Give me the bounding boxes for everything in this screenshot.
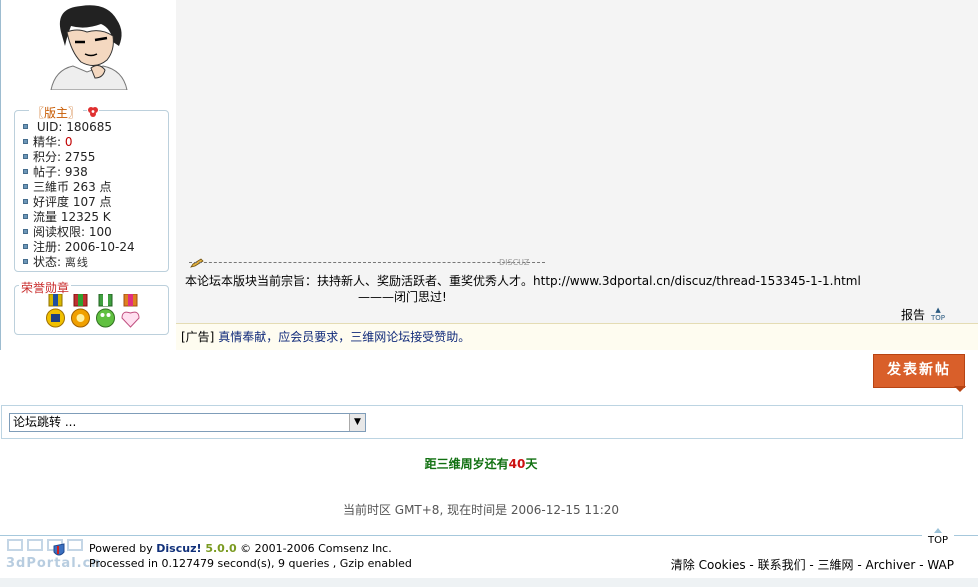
footer-links: 清除 Cookies - 联系我们 - 三維网 - Archiver - WAP [670, 558, 954, 572]
stat-rating: 好评度 107 点 [23, 195, 135, 210]
author-sidebar: 〖版主〗 UID: 180685 精华: 0 积分: 2755 帖子: 938 … [1, 0, 176, 350]
stat-posts: 帖子: 938 [23, 165, 135, 180]
archiver-link[interactable]: Archiver [866, 558, 916, 572]
clear-cookies-link[interactable]: 清除 Cookies [671, 558, 746, 572]
ad-bar: [广告] 真情奉献，应会员要求，三维网论坛接受赞助。 [176, 323, 978, 350]
stat-read-permission: 阅读权限: 100 [23, 225, 135, 240]
bullet-icon [23, 169, 28, 174]
medal-icon[interactable] [95, 294, 116, 330]
bullet-icon [23, 154, 28, 159]
bullet-icon [23, 184, 28, 189]
powered-by: Powered by Discuz! 5.0.0 © 2001-2006 Com… [89, 542, 392, 555]
report-link[interactable]: 报告 [901, 306, 925, 323]
discuz-link[interactable]: Discuz! [156, 542, 201, 555]
post-container: 〖版主〗 UID: 180685 精华: 0 积分: 2755 帖子: 938 … [0, 0, 978, 350]
signature-text-2: ———闭门思过! [358, 290, 447, 304]
logo-text: 3dPortal.cn [6, 556, 102, 571]
signature-tag: DISCUZ [499, 258, 530, 267]
home-link[interactable]: 三維网 [818, 558, 854, 572]
timezone-info: 当前时区 GMT+8, 现在时间是 2006-12-15 11:20 [342, 503, 620, 517]
status-badge: 离线 [64, 256, 89, 269]
user-stats: UID: 180685 精华: 0 积分: 2755 帖子: 938 三維币 2… [23, 120, 135, 270]
stat-status: 状态: 离线 [23, 255, 135, 270]
bullet-icon [23, 139, 28, 144]
pencil-icon [190, 258, 204, 268]
bullet-icon [23, 244, 28, 249]
contact-link[interactable]: 联系我们 [758, 558, 806, 572]
forum-jump-bar: 论坛跳转 ... ▼ [1, 405, 963, 439]
medal-list [45, 294, 141, 330]
user-role: 〖版主〗 [29, 104, 84, 121]
medal-icon[interactable] [120, 294, 141, 330]
stat-traffic: 流量 12325 K [23, 210, 135, 225]
bullet-icon [23, 214, 28, 219]
bottom-strip [0, 578, 978, 587]
signature-text: 本论坛本版块当前宗旨：扶持新人、奖励活跃者、重奖优秀人才。http://www.… [185, 274, 861, 288]
bullet-icon [23, 229, 28, 234]
processed-info: Processed in 0.127479 second(s), 9 queri… [89, 557, 412, 570]
ad-link[interactable]: 真情奉献，应会员要求，三维网论坛接受赞助。 [218, 330, 470, 344]
back-to-top-link[interactable]: TOP [922, 528, 954, 546]
signature-divider [189, 262, 545, 263]
ad-prefix: [广告] [181, 330, 215, 344]
honor-medals-box: 荣誉勋章 [14, 279, 169, 335]
stat-coins: 三維币 263 点 [23, 180, 135, 195]
medal-icon[interactable] [70, 294, 91, 330]
footer-divider [0, 535, 978, 536]
stat-points: 积分: 2755 [23, 150, 135, 165]
bullet-icon [23, 124, 28, 129]
wap-link[interactable]: WAP [927, 558, 954, 572]
back-to-top-small[interactable]: ▲ TOP [931, 306, 945, 322]
medal-icon[interactable] [45, 294, 66, 330]
moderator-icon [87, 106, 99, 118]
stat-digest: 精华: 0 [23, 135, 135, 150]
forum-jump-select[interactable]: 论坛跳转 ... ▼ [9, 413, 366, 432]
bullet-icon [23, 199, 28, 204]
stat-uid: UID: 180685 [23, 120, 135, 135]
stat-registered: 注册: 2006-10-24 [23, 240, 135, 255]
bullet-icon [23, 259, 28, 264]
user-avatar[interactable] [41, 2, 135, 90]
anniversary-countdown: 距三维周岁还有40天 [424, 457, 538, 471]
profile-box: 〖版主〗 UID: 180685 精华: 0 积分: 2755 帖子: 938 … [14, 104, 169, 272]
new-post-button[interactable]: 发表新帖 [873, 354, 966, 392]
chevron-down-icon[interactable]: ▼ [349, 414, 365, 431]
